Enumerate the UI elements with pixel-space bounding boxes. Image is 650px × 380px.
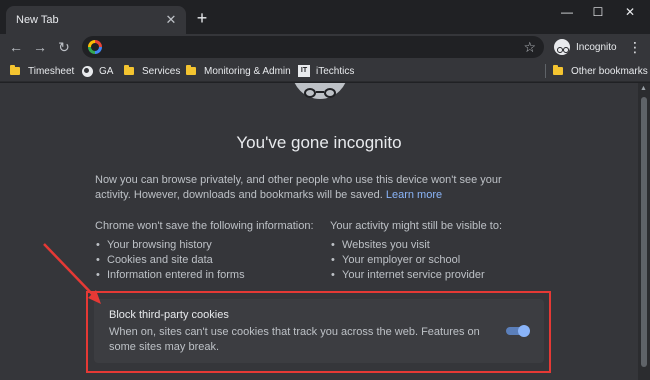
annotation-arrow	[43, 243, 101, 304]
